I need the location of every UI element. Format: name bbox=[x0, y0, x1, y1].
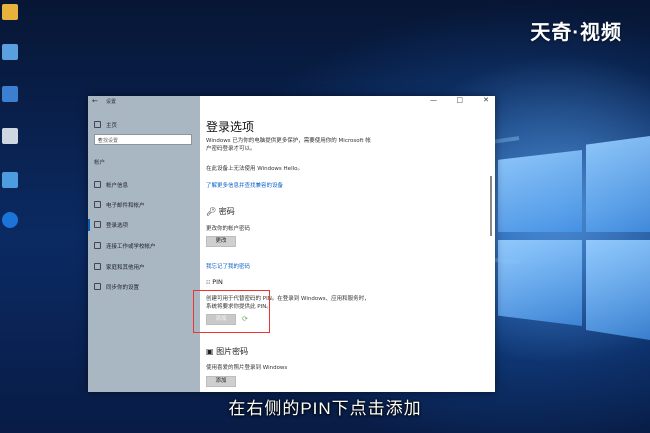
back-arrow-icon[interactable]: ← bbox=[92, 97, 98, 105]
sidebar-item-sync[interactable]: 同步你的设置 bbox=[88, 280, 200, 294]
settings-window: ← 设置 主页 查找设置 ⌕ 帐户 帐户信息 电子邮件和帐户 登录选项 连接工作… bbox=[88, 96, 495, 392]
page-title: 登录选项 bbox=[206, 120, 255, 134]
sidebar-item-label: 同步你的设置 bbox=[106, 285, 140, 291]
sidebar-item-account-info[interactable]: 帐户信息 bbox=[88, 178, 200, 192]
password-desc: 更改你的帐户密码 bbox=[206, 226, 251, 232]
picture-icon: ▣ bbox=[206, 347, 214, 356]
intro-text: Windows 已为你的电脑提供更多保护，需要使用你的 Microsoft 帐户… bbox=[206, 138, 371, 152]
control-panel-icon[interactable] bbox=[2, 172, 18, 188]
add-picture-password-button[interactable]: 添加 bbox=[206, 376, 236, 387]
pin-heading: ⁝⁝ PIN bbox=[206, 278, 223, 286]
key-icon bbox=[94, 221, 101, 228]
sidebar-item-label: 连接工作或学校帐户 bbox=[106, 244, 156, 250]
video-caption: 在右侧的PIN下点击添加 bbox=[228, 399, 422, 418]
title-bar: ← 设置 bbox=[88, 96, 200, 108]
sidebar-item-label: 家庭和其他用户 bbox=[106, 265, 145, 271]
window-title: 设置 bbox=[106, 99, 117, 105]
brand-watermark: 天奇·视频 bbox=[530, 22, 622, 44]
sidebar-item-label: 电子邮件和帐户 bbox=[106, 203, 145, 209]
sidebar-section-title: 帐户 bbox=[94, 160, 106, 166]
sidebar-item-label: 主页 bbox=[106, 123, 118, 129]
search-input[interactable]: 查找设置 ⌕ bbox=[94, 134, 192, 145]
picture-password-desc: 使用喜爱的照片登录到 Windows bbox=[206, 365, 288, 371]
windows-logo-pane bbox=[498, 240, 582, 326]
forgot-password-link[interactable]: 我忘记了我的密码 bbox=[206, 262, 250, 270]
scrollbar[interactable] bbox=[490, 176, 492, 236]
sidebar-item-family[interactable]: 家庭和其他用户 bbox=[88, 260, 200, 274]
windows-logo-pane bbox=[498, 150, 582, 232]
pin-heading-label: PIN bbox=[212, 278, 223, 286]
pin-grid-icon: ⁝⁝ bbox=[206, 278, 211, 286]
settings-content: — □ ✕ 登录选项 Windows 已为你的电脑提供更多保护，需要使用你的 M… bbox=[200, 96, 495, 392]
settings-sidebar: ← 设置 主页 查找设置 ⌕ 帐户 帐户信息 电子邮件和帐户 登录选项 连接工作… bbox=[88, 96, 200, 392]
user-icon bbox=[94, 181, 101, 188]
people-icon bbox=[94, 263, 101, 270]
active-indicator bbox=[88, 219, 90, 231]
sidebar-item-email[interactable]: 电子邮件和帐户 bbox=[88, 198, 200, 212]
change-password-button[interactable]: 更改 bbox=[206, 236, 236, 247]
folder-icon[interactable] bbox=[2, 4, 18, 20]
internet-explorer-icon[interactable] bbox=[2, 212, 18, 228]
sidebar-item-sign-in-options[interactable]: 登录选项 bbox=[88, 218, 200, 232]
key-icon: 🔑︎ bbox=[206, 207, 217, 216]
mail-icon bbox=[94, 201, 101, 208]
password-heading: 🔑︎ 密码 bbox=[206, 206, 235, 217]
recycle-bin-icon[interactable] bbox=[2, 128, 18, 144]
hello-text: 在此设备上无法使用 Windows Hello。 bbox=[206, 166, 303, 172]
picture-password-heading: ▣ 图片密码 bbox=[206, 346, 248, 357]
sidebar-item-work-school[interactable]: 连接工作或学校帐户 bbox=[88, 239, 200, 253]
sidebar-item-label: 登录选项 bbox=[106, 223, 129, 229]
home-icon bbox=[94, 121, 101, 128]
minimize-button[interactable]: — bbox=[430, 96, 437, 104]
network-icon[interactable] bbox=[2, 86, 18, 102]
windows-logo-pane bbox=[586, 136, 650, 232]
close-button[interactable]: ✕ bbox=[483, 96, 489, 104]
windows-logo-pane bbox=[586, 240, 650, 340]
picture-password-label: 图片密码 bbox=[216, 347, 249, 356]
hello-learn-more-link[interactable]: 了解更多信息并查找兼容的设备 bbox=[206, 181, 283, 189]
computer-icon[interactable] bbox=[2, 44, 18, 60]
highlight-box bbox=[193, 290, 270, 333]
password-heading-label: 密码 bbox=[218, 207, 235, 216]
sync-icon bbox=[94, 283, 101, 290]
sidebar-item-label: 帐户信息 bbox=[106, 183, 129, 189]
sidebar-item-home[interactable]: 主页 bbox=[88, 118, 200, 132]
search-icon: ⌕ bbox=[98, 136, 102, 143]
maximize-button[interactable]: □ bbox=[456, 96, 463, 104]
briefcase-icon bbox=[94, 242, 101, 249]
